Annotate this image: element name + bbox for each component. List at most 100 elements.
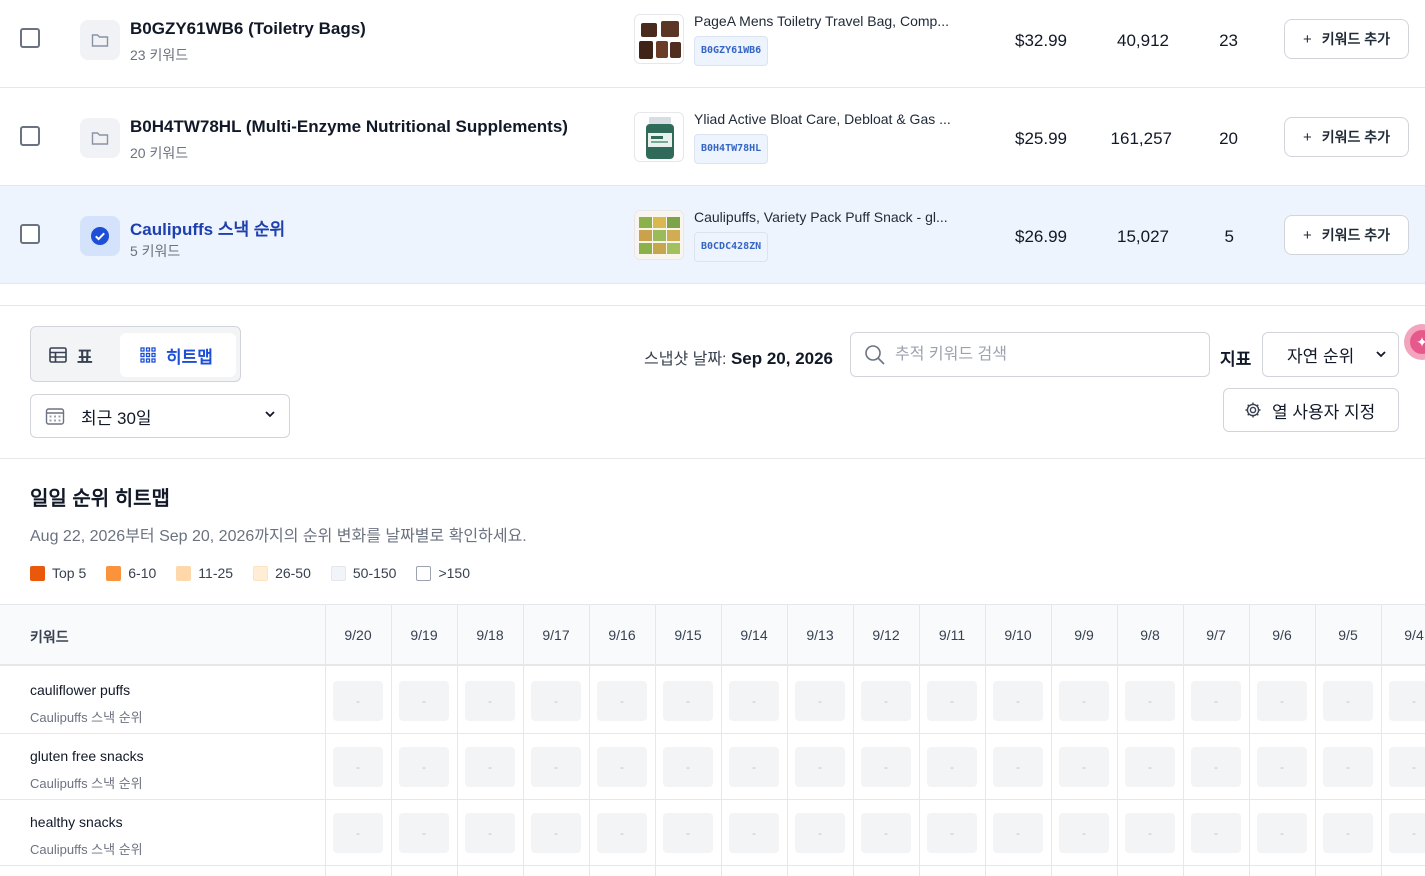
- rank-cell[interactable]: -: [399, 813, 449, 853]
- rank-cell[interactable]: -: [1191, 681, 1241, 721]
- row-checkbox[interactable]: [20, 224, 40, 244]
- date-column-header[interactable]: 9/14: [721, 627, 787, 643]
- rank-cell[interactable]: -: [531, 813, 581, 853]
- date-column-header[interactable]: 9/19: [391, 627, 457, 643]
- snapshot-date: 스냅샷 날짜: Sep 20, 2026: [644, 345, 833, 369]
- group-name[interactable]: Caulipuffs 스낵 순위: [130, 215, 285, 240]
- date-column-header[interactable]: 9/5: [1315, 627, 1381, 643]
- rank-cell[interactable]: -: [531, 681, 581, 721]
- group-name[interactable]: B0H4TW78HL (Multi-Enzyme Nutritional Sup…: [130, 117, 568, 137]
- rank-cell[interactable]: -: [927, 813, 977, 853]
- rank-cell[interactable]: -: [861, 681, 911, 721]
- rank-cell[interactable]: -: [1323, 747, 1373, 787]
- date-column-header[interactable]: 9/17: [523, 627, 589, 643]
- group-row-selected[interactable]: Caulipuffs 스낵 순위 5 키워드 Caulipuffs, Varie…: [0, 186, 1425, 284]
- date-column-header[interactable]: 9/4: [1381, 627, 1425, 643]
- rank-cell[interactable]: -: [1125, 747, 1175, 787]
- row-checkbox[interactable]: [20, 126, 40, 146]
- row-checkbox[interactable]: [20, 28, 40, 48]
- rank-cell[interactable]: -: [1389, 681, 1425, 721]
- rank-cell[interactable]: -: [1257, 813, 1307, 853]
- date-column-header[interactable]: 9/8: [1117, 627, 1183, 643]
- keyword-name[interactable]: healthy snacks: [30, 814, 123, 830]
- rank-cell[interactable]: -: [597, 681, 647, 721]
- folder-icon: [80, 20, 120, 60]
- rank-cell[interactable]: -: [663, 747, 713, 787]
- review-count: 161,257: [1110, 129, 1172, 148]
- rank-cell[interactable]: -: [1125, 813, 1175, 853]
- rank-cell[interactable]: -: [399, 747, 449, 787]
- rank-cell[interactable]: -: [663, 813, 713, 853]
- price: $25.99: [1015, 129, 1067, 148]
- rank-cell[interactable]: -: [399, 681, 449, 721]
- rank-cell[interactable]: -: [927, 681, 977, 721]
- rank-cell[interactable]: -: [465, 681, 515, 721]
- keyword-name[interactable]: cauliflower puffs: [30, 682, 130, 698]
- date-column-header[interactable]: 9/20: [325, 627, 391, 643]
- rank-cell[interactable]: -: [1257, 747, 1307, 787]
- add-keyword-button[interactable]: + 키워드 추가: [1284, 215, 1409, 255]
- rank-cell[interactable]: -: [795, 681, 845, 721]
- group-row[interactable]: B0H4TW78HL (Multi-Enzyme Nutritional Sup…: [0, 88, 1425, 186]
- rank-cell[interactable]: -: [861, 813, 911, 853]
- rank-cell[interactable]: -: [1191, 813, 1241, 853]
- rank-cell[interactable]: -: [531, 747, 581, 787]
- rank-cell[interactable]: -: [927, 747, 977, 787]
- date-column-header[interactable]: 9/6: [1249, 627, 1315, 643]
- tab-table[interactable]: 표: [49, 333, 93, 377]
- keyword-search[interactable]: [850, 332, 1210, 377]
- date-column-header[interactable]: 9/16: [589, 627, 655, 643]
- tab-heatmap[interactable]: 히트맵: [120, 333, 236, 377]
- rank-cell[interactable]: -: [1323, 813, 1373, 853]
- rank-cell[interactable]: -: [729, 681, 779, 721]
- date-column-header[interactable]: 9/7: [1183, 627, 1249, 643]
- date-column-header[interactable]: 9/18: [457, 627, 523, 643]
- rank-cell[interactable]: -: [465, 813, 515, 853]
- group-row[interactable]: B0GZY61WB6 (Toiletry Bags) 23 키워드 PageA …: [0, 0, 1425, 88]
- group-name[interactable]: B0GZY61WB6 (Toiletry Bags): [130, 19, 366, 39]
- rank-cell[interactable]: -: [1389, 747, 1425, 787]
- rank-cell[interactable]: -: [597, 747, 647, 787]
- add-keyword-button[interactable]: + 키워드 추가: [1284, 117, 1409, 157]
- rank-cell[interactable]: -: [597, 813, 647, 853]
- product-title[interactable]: Yliad Active Bloat Care, Debloat & Gas .…: [694, 111, 974, 127]
- rank-cell[interactable]: -: [993, 813, 1043, 853]
- rank-cell[interactable]: -: [1059, 747, 1109, 787]
- rank-cell[interactable]: -: [1389, 813, 1425, 853]
- rank-cell[interactable]: -: [993, 747, 1043, 787]
- rank-cell[interactable]: -: [993, 681, 1043, 721]
- keyword-name[interactable]: gluten free snacks: [30, 748, 144, 764]
- rank-cell[interactable]: -: [333, 747, 383, 787]
- date-column-header[interactable]: 9/10: [985, 627, 1051, 643]
- rank-cell[interactable]: -: [333, 681, 383, 721]
- rank-cell[interactable]: -: [1323, 681, 1373, 721]
- rank-cell[interactable]: -: [1125, 681, 1175, 721]
- date-column-header[interactable]: 9/12: [853, 627, 919, 643]
- assistant-launcher-button[interactable]: ✦: [1404, 324, 1425, 360]
- rank-cell[interactable]: -: [729, 813, 779, 853]
- customize-columns-button[interactable]: 열 사용자 지정: [1223, 388, 1399, 432]
- product-title[interactable]: PageA Mens Toiletry Travel Bag, Comp...: [694, 13, 974, 29]
- product-title[interactable]: Caulipuffs, Variety Pack Puff Snack - gl…: [694, 209, 974, 225]
- rank-cell[interactable]: -: [1257, 681, 1307, 721]
- search-input[interactable]: [895, 343, 1195, 367]
- add-keyword-button[interactable]: + 키워드 추가: [1284, 19, 1409, 59]
- rank-cell[interactable]: -: [861, 747, 911, 787]
- rank-cell[interactable]: -: [333, 813, 383, 853]
- rank-cell[interactable]: -: [465, 747, 515, 787]
- rank-cell[interactable]: -: [795, 813, 845, 853]
- rank-cell[interactable]: -: [729, 747, 779, 787]
- date-column-header[interactable]: 9/9: [1051, 627, 1117, 643]
- date-column-header[interactable]: 9/11: [919, 627, 985, 643]
- metric-select[interactable]: 자연 순위: [1262, 332, 1399, 377]
- rank-cell[interactable]: -: [795, 747, 845, 787]
- date-range-select[interactable]: 최근 30일: [30, 394, 290, 438]
- plus-icon: +: [1302, 128, 1312, 146]
- rank-cell[interactable]: -: [1191, 747, 1241, 787]
- date-column-header[interactable]: 9/15: [655, 627, 721, 643]
- calendar-icon: [45, 408, 65, 425]
- date-column-header[interactable]: 9/13: [787, 627, 853, 643]
- rank-cell[interactable]: -: [1059, 813, 1109, 853]
- rank-cell[interactable]: -: [663, 681, 713, 721]
- rank-cell[interactable]: -: [1059, 681, 1109, 721]
